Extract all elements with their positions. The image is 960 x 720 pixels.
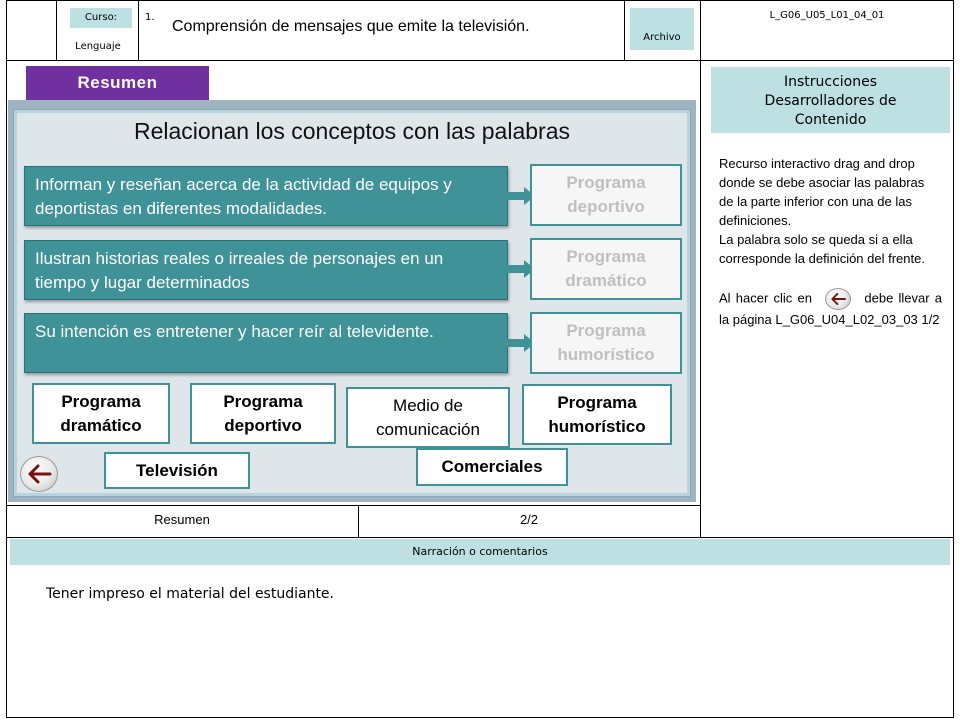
concept-card-3: Su intención es entretener y hacer reír …	[24, 313, 508, 373]
page-title: Comprensión de mensajes que emite la tel…	[172, 18, 530, 35]
curso-label: Curso:	[70, 8, 132, 28]
archivo-label: Archivo	[630, 8, 694, 50]
drop-target-2[interactable]: Programa dramático	[530, 238, 682, 300]
word-programa-humoristico[interactable]: Programa humorístico	[522, 384, 672, 445]
word-television[interactable]: Televisión	[104, 452, 250, 489]
footer-section: Resumen	[154, 512, 210, 527]
narration-title: Narración o comentarios	[10, 539, 950, 565]
border-footer-bottom	[6, 537, 954, 538]
instructions-paragraph-2: La palabra solo se queda si a ella corre…	[719, 232, 925, 266]
divider-code	[700, 0, 701, 537]
divider-archivo	[624, 0, 625, 60]
border-right	[953, 0, 954, 718]
divider-number	[138, 0, 139, 60]
instructions-text-before-icon: Al hacer clic en	[719, 290, 812, 306]
word-medio-de-comunicacion[interactable]: Medio de comunicación	[346, 387, 510, 448]
border-top	[6, 0, 954, 1]
drop-target-3[interactable]: Programa humorístico	[530, 312, 682, 374]
curso-value: Lenguaje	[75, 41, 121, 52]
footer-page: 2/2	[519, 512, 539, 527]
instructions-paragraph-1: Recurso interactivo drag and drop donde …	[719, 156, 925, 228]
file-code: L_G06_U05_L01_04_01	[769, 10, 885, 21]
slide-title: Relacionan los conceptos con las palabra…	[134, 118, 570, 144]
instructions-title: Instrucciones Desarrolladores de Conteni…	[711, 67, 950, 133]
instructions-back-icon	[825, 288, 852, 310]
back-arrow-icon	[28, 464, 52, 484]
concept-card-1: Informan y reseñan acerca de la activida…	[24, 166, 508, 226]
back-arrow-icon-small	[831, 292, 847, 306]
back-button[interactable]	[20, 456, 58, 492]
divider-curso	[56, 0, 57, 60]
drop-target-1[interactable]: Programa deportivo	[530, 164, 682, 226]
word-programa-deportivo[interactable]: Programa deportivo	[190, 383, 336, 444]
border-left	[6, 0, 7, 718]
lesson-number: 1.	[145, 12, 155, 23]
concept-card-2: Ilustran historias reales o irreales de …	[24, 240, 508, 300]
word-comerciales[interactable]: Comerciales	[416, 448, 568, 486]
border-bottom	[6, 717, 954, 718]
border-header-bottom	[6, 60, 954, 61]
instructions-paragraph-3: Al hacer clic en debe llevar a la página…	[719, 288, 942, 329]
resumen-tab: Resumen	[26, 66, 209, 100]
narration-text: Tener impreso el material del estudiante…	[46, 586, 334, 602]
word-programa-dramatico[interactable]: Programa dramático	[32, 383, 170, 444]
